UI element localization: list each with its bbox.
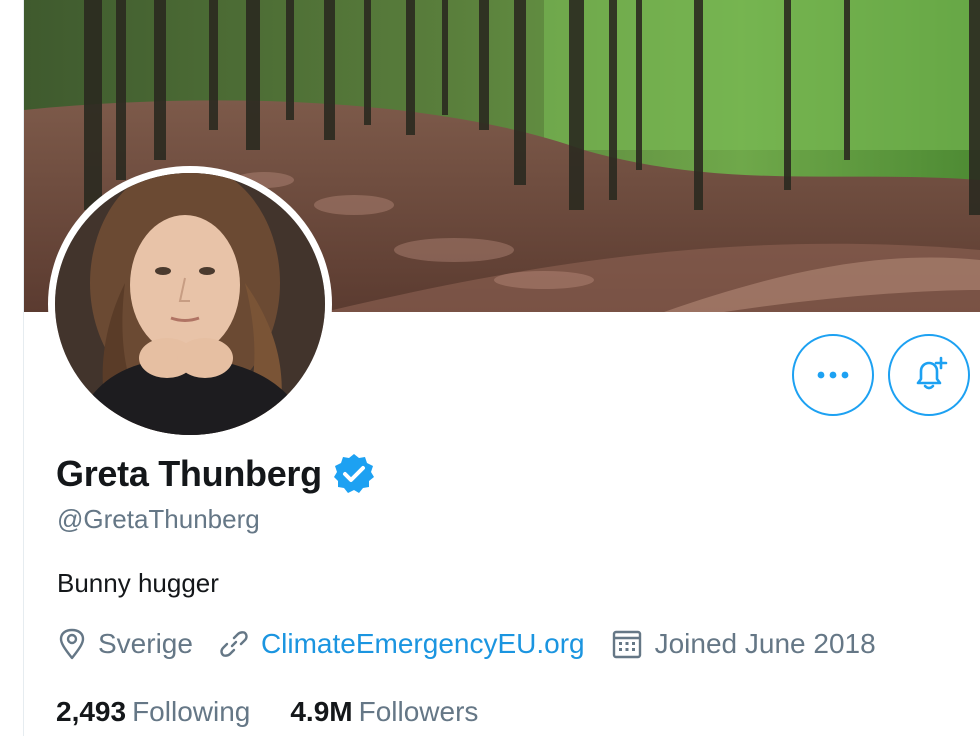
profile-handle: @GretaThunberg [57,504,260,534]
following-stat[interactable]: 2,493 Following [56,696,250,728]
followers-label: Followers [358,696,479,727]
display-name: Greta Thunberg [56,453,322,494]
following-label: Following [132,696,251,727]
verified-badge-icon [333,454,374,493]
timeline-left-border [0,0,24,736]
website-item[interactable]: ClimateEmergencyEU.org [219,628,585,660]
location-item: Sverige [58,628,193,660]
notifications-button[interactable] [888,334,970,416]
calendar-icon [612,630,641,659]
following-count: 2,493 [56,696,127,727]
profile-meta: Sverige ClimateEmergencyEU.org Joined Ju… [58,628,902,660]
profile-stats: 2,493 Following 4.9M Followers [56,696,518,728]
name-row: Greta Thunberg [56,452,376,496]
website-link[interactable]: ClimateEmergencyEU.org [261,628,585,660]
joined-text: Joined June 2018 [654,628,876,659]
more-options-button[interactable] [792,334,874,416]
joined-item: Joined June 2018 [611,628,876,660]
link-icon [220,631,248,657]
bell-plus-icon [916,356,948,390]
location-text: Sverige [98,628,193,659]
followers-count: 4.9M [290,696,353,727]
followers-stat[interactable]: 4.9M Followers [290,696,478,728]
more-dots-icon [817,371,849,379]
profile-bio: Bunny hugger [57,568,219,598]
profile-page: Greta Thunberg @GretaThunberg Bunny hugg… [0,0,980,736]
avatar-photo [55,173,325,435]
profile-avatar[interactable] [48,166,332,442]
location-pin-icon [59,628,85,660]
